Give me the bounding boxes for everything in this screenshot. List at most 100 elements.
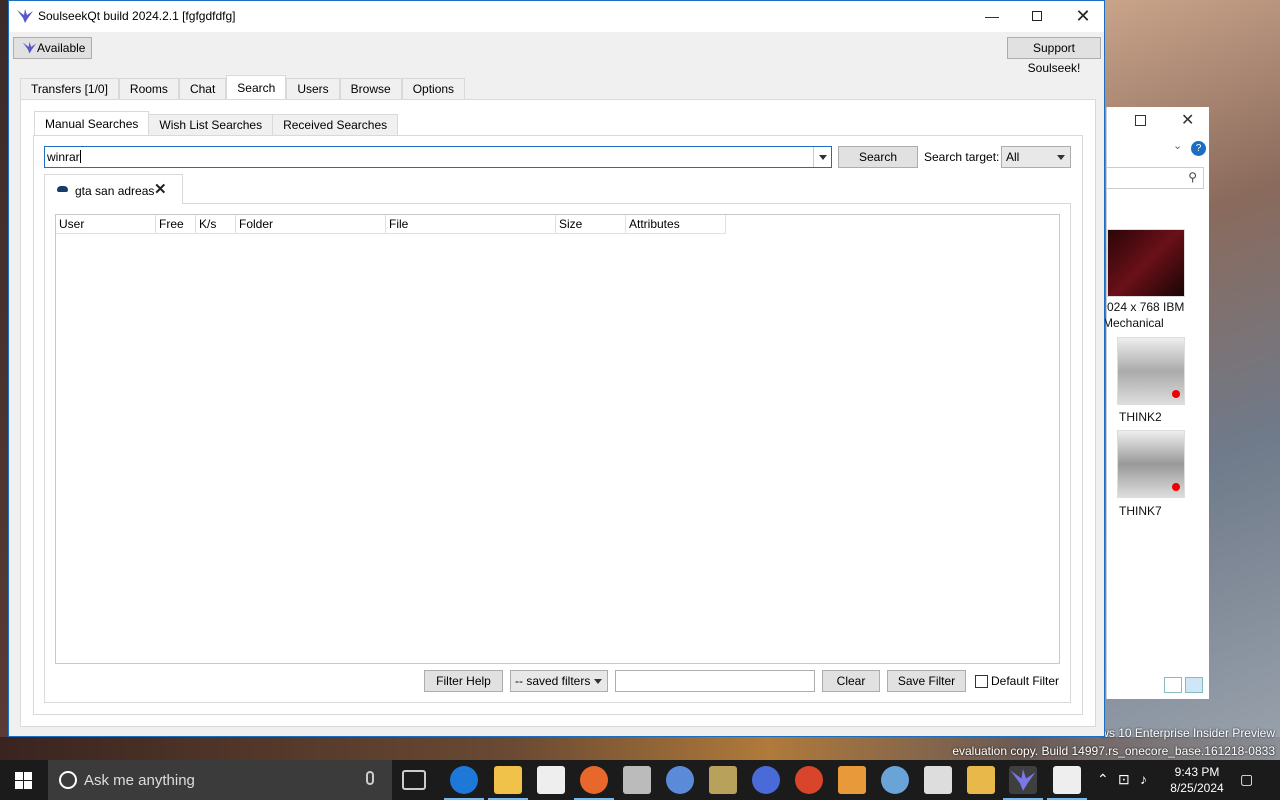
results-table[interactable]: User Free K/s Folder File Size Attribute… [55,214,1060,664]
show-hidden-icons-icon[interactable]: ⌃ [1097,771,1109,788]
app-icon[interactable] [838,766,866,794]
file-thumbnail[interactable] [1117,337,1185,405]
explorer-search-box[interactable]: ⚲ [1107,167,1204,189]
file-thumbnail[interactable] [1107,229,1185,297]
tab-search[interactable]: Search [226,75,287,99]
default-filter-label: Default Filter [991,674,1060,688]
search-query-input[interactable]: winrar [44,146,832,168]
filter-text-input[interactable] [615,670,815,692]
filter-help-button[interactable]: Filter Help [424,670,503,692]
clear-filter-button[interactable]: Clear [822,670,880,692]
window-title: SoulseekQt build 2024.2.1 [fgfgdfdfg] [38,9,236,23]
maximize-icon[interactable] [1135,115,1146,126]
close-button[interactable]: ✕ [1060,1,1106,32]
file-thumbnail[interactable] [1117,430,1185,498]
app-icon[interactable] [709,766,737,794]
details-view-icon[interactable] [1164,677,1182,693]
search-result-tab-label: gta san adreas [75,184,155,198]
file-explorer-icon[interactable] [488,766,528,800]
file-label: Mechanical [1103,316,1164,330]
search-query-value: winrar [47,150,80,164]
column-header-speed[interactable]: K/s [196,215,236,234]
system-clock[interactable]: 9:43 PM 8/25/2024 [1164,764,1230,796]
tab-transfers[interactable]: Transfers [1/0] [20,78,119,99]
column-header-folder[interactable]: Folder [236,215,386,234]
soulseek-window: SoulseekQt build 2024.2.1 [fgfgdfdfg] — … [8,0,1105,737]
network-icon[interactable]: ⊡ [1118,771,1130,788]
upnp-icon[interactable] [752,766,780,794]
task-view-icon[interactable] [402,770,426,790]
search-result-frame: User Free K/s Folder File Size Attribute… [44,203,1071,703]
minimize-button[interactable]: — [969,1,1015,32]
saved-filters-select[interactable]: -- saved filters [510,670,608,692]
store-icon[interactable] [537,766,565,794]
file-label: THINK7 [1119,504,1162,518]
tab-browse[interactable]: Browse [339,78,402,99]
status-button[interactable]: Available [13,37,92,59]
notifications-icon[interactable]: ▢ [1240,771,1253,788]
results-table-header: User Free K/s Folder File Size Attribute… [56,215,726,234]
close-tab-icon[interactable]: ✕ [154,180,167,198]
chevron-down-icon[interactable]: ⌄ [1173,139,1182,152]
explorer-window: ✕ ⌄ ? ⚲ 024 x 768 IBM Mechanical THINK2 … [1103,107,1209,699]
maximize-button[interactable] [1014,1,1060,32]
file-label: THINK2 [1119,410,1162,424]
close-icon[interactable]: ✕ [1181,110,1194,130]
microphone-icon[interactable] [366,771,374,785]
app-icon[interactable] [795,766,823,794]
help-icon[interactable]: ? [1191,141,1206,156]
main-tabs: Transfers [1/0] Rooms Chat Search Users … [20,75,466,99]
app-icon[interactable] [666,766,694,794]
default-filter-checkbox[interactable] [975,675,988,688]
chevron-down-icon[interactable] [813,147,831,167]
watermark-line-2: evaluation copy. Build 14997.rs_onecore_… [952,744,1275,758]
photos-icon[interactable] [1047,766,1087,800]
firefox-icon[interactable] [574,766,614,800]
title-bar[interactable]: SoulseekQt build 2024.2.1 [fgfgdfdfg] — … [9,1,1104,32]
chevron-down-icon [589,671,607,691]
volume-icon[interactable]: ♪ [1140,771,1147,787]
clock-date: 8/25/2024 [1170,781,1224,795]
app-icon[interactable] [967,766,995,794]
start-button[interactable] [0,760,48,800]
chevron-down-icon [1052,147,1070,167]
app-icon[interactable] [924,766,952,794]
search-result-tab[interactable]: gta san adreas ✕ [44,174,183,204]
tab-wish-list-searches[interactable]: Wish List Searches [148,114,274,135]
column-header-attributes[interactable]: Attributes [626,215,726,234]
column-header-file[interactable]: File [386,215,556,234]
large-icons-view-icon[interactable] [1185,677,1203,693]
tab-received-searches[interactable]: Received Searches [272,114,399,135]
column-header-free[interactable]: Free [156,215,196,234]
taskbar: Ask me anything ⌃ ⊡ ♪ 9:43 PM 8/25/2024 … [0,760,1280,800]
search-target-value: All [1006,150,1020,164]
soulseek-bird-icon [22,41,37,54]
column-header-user[interactable]: User [56,215,156,234]
app-icon[interactable] [881,766,909,794]
windows-logo-icon [15,772,32,789]
soulseek-taskbar-icon[interactable] [1003,766,1043,800]
tab-users[interactable]: Users [286,78,340,99]
cortana-search-box[interactable]: Ask me anything [48,760,392,800]
search-panel: Manual Searches Wish List Searches Recei… [20,99,1096,727]
cortana-placeholder: Ask me anything [84,772,195,789]
tab-chat[interactable]: Chat [178,78,227,99]
watermark-line-1: ws 10 Enterprise Insider Preview [1100,726,1275,740]
saved-filters-value: -- saved filters [515,674,591,688]
search-target-select[interactable]: All [1001,146,1071,168]
app-icon[interactable] [623,766,651,794]
save-filter-button[interactable]: Save Filter [887,670,966,692]
status-label: Available [37,41,86,55]
tab-manual-searches[interactable]: Manual Searches [34,111,150,135]
search-target-label: Search target: [924,150,1000,164]
search-button[interactable]: Search [838,146,918,168]
search-tabs: Manual Searches Wish List Searches Recei… [34,111,399,135]
soulseek-bird-icon [17,9,33,23]
support-soulseek-button[interactable]: Support Soulseek! [1007,37,1101,75]
file-label: 024 x 768 IBM [1107,300,1185,314]
search-result-icon [57,186,68,192]
tab-options[interactable]: Options [401,78,466,99]
column-header-size[interactable]: Size [556,215,626,234]
tab-rooms[interactable]: Rooms [118,78,179,99]
edge-browser-icon[interactable] [444,766,484,800]
